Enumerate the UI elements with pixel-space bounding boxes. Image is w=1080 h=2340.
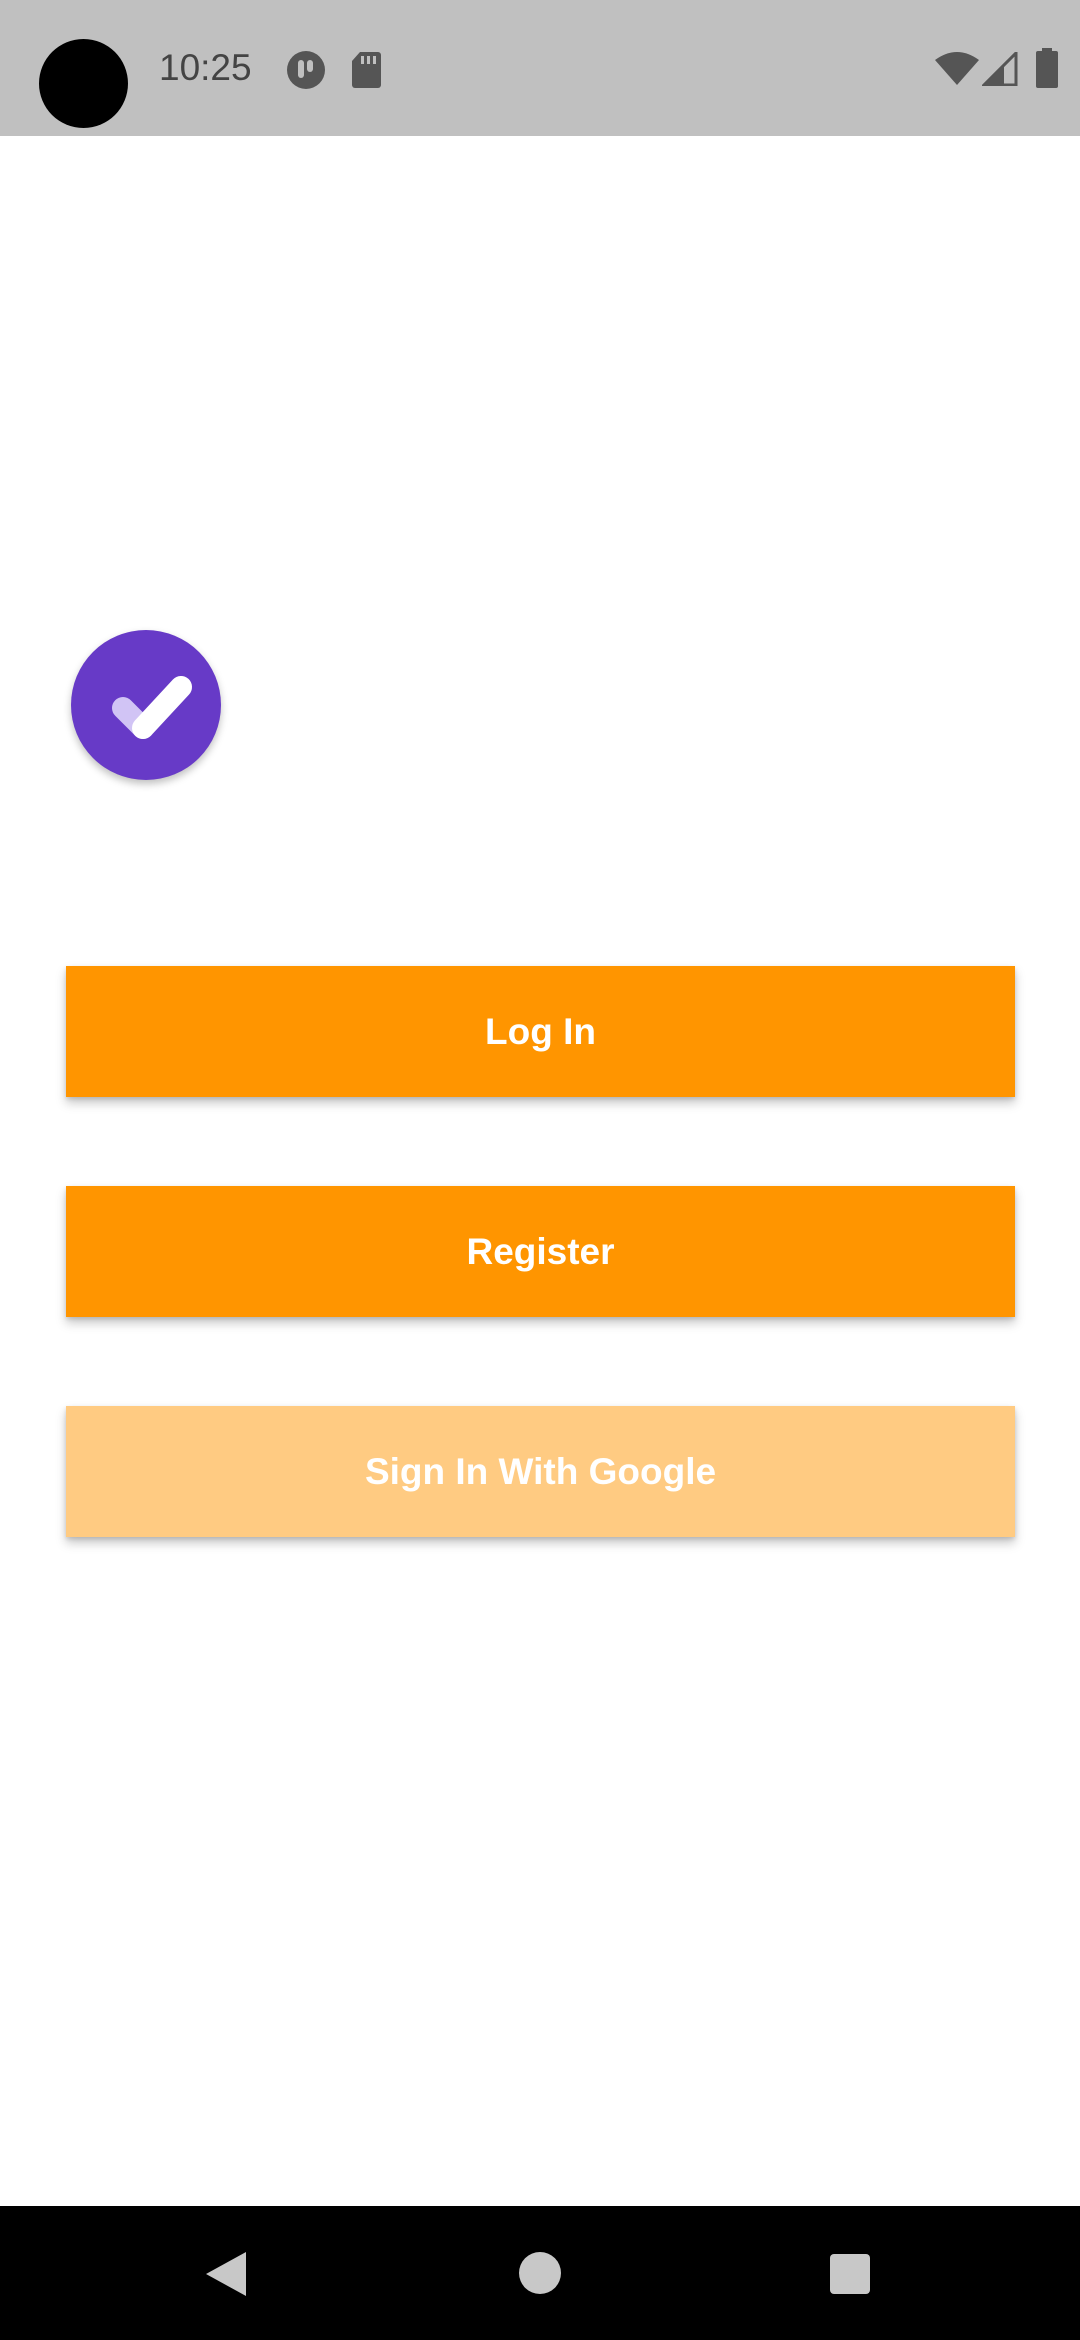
status-bar: 10:25 [0,0,1080,136]
battery-icon [1036,48,1058,88]
app-logo [71,630,221,780]
back-icon[interactable] [204,2250,248,2298]
checkmark-icon [112,676,192,739]
wifi-icon [935,52,979,85]
register-button[interactable]: Register [66,1186,1015,1317]
status-time: 10:25 [159,47,252,88]
login-button[interactable]: Log In [66,966,1015,1097]
home-icon[interactable] [518,2251,562,2295]
recents-icon[interactable] [829,2253,871,2295]
sd-card-icon [352,52,381,88]
assistant-icon [287,51,325,89]
google-sign-in-button[interactable]: Sign In With Google [66,1406,1015,1537]
login-screen: 10:25 Log In Register Sign In With Googl… [0,0,1080,2340]
camera-cutout [39,39,128,128]
cell-signal-icon [982,52,1018,86]
